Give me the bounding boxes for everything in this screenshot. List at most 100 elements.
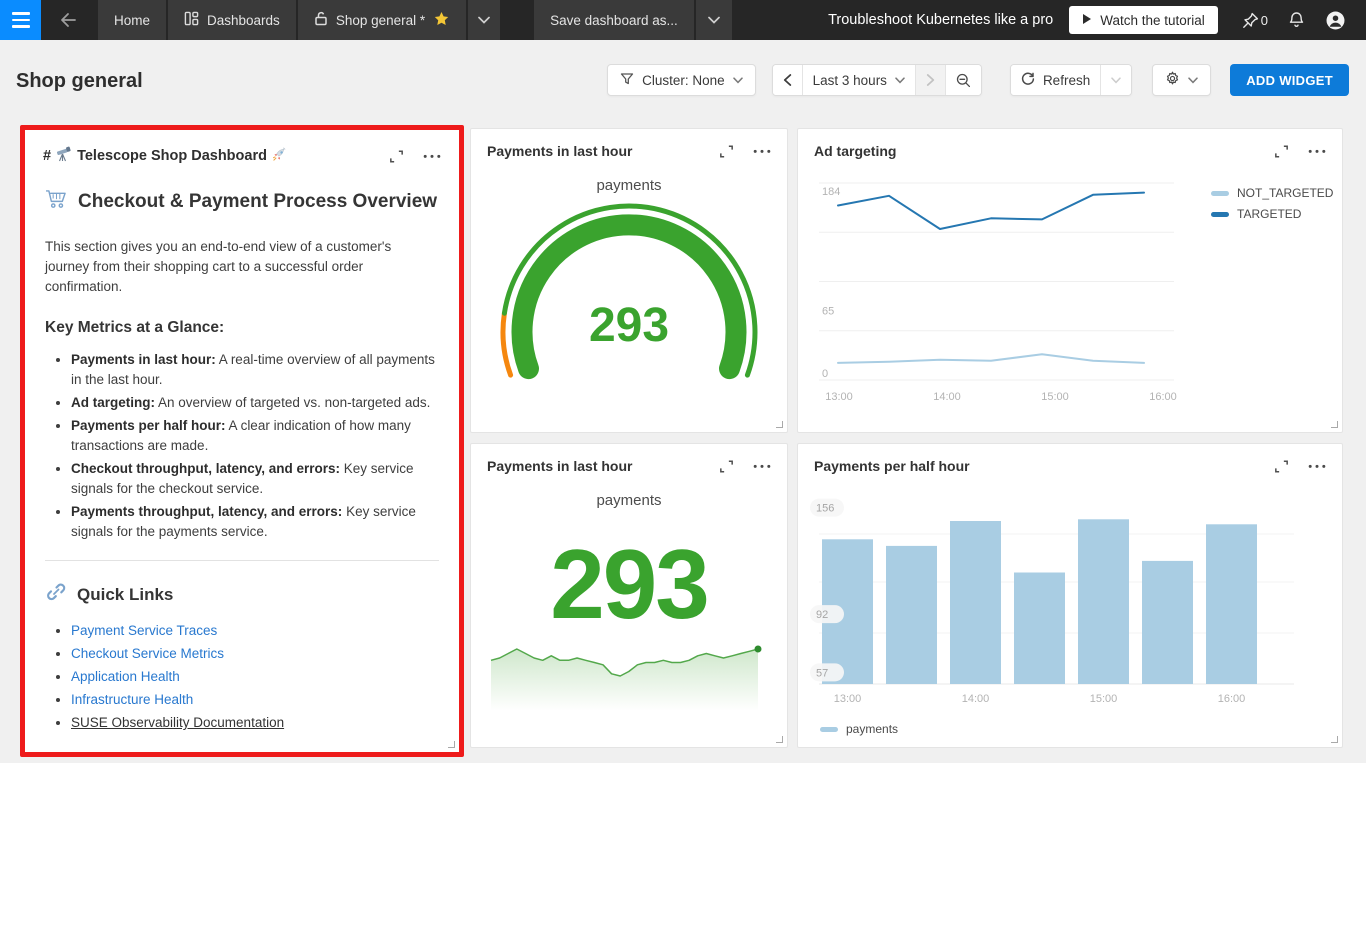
resize-handle[interactable] (776, 421, 783, 428)
svg-text:293: 293 (589, 299, 669, 352)
tab-home[interactable]: Home (98, 0, 166, 40)
list-item: Infrastructure Health (71, 690, 439, 710)
time-range-button[interactable]: Last 3 hours (802, 65, 915, 95)
menu-icon[interactable] (0, 0, 41, 40)
play-icon (1082, 13, 1092, 28)
pin-count: 0 (1261, 13, 1268, 28)
telescope-emoji-icon (56, 146, 72, 166)
dashboard-tabs: Home Dashboards Shop general * (98, 0, 500, 40)
star-icon[interactable] (433, 11, 450, 30)
user-avatar-icon[interactable] (1315, 0, 1356, 40)
filter-funnel-icon (620, 72, 634, 89)
widget-header: # Telescope Shop Dashboard (25, 130, 459, 166)
list-item: Payment Service Traces (71, 621, 439, 641)
expand-icon[interactable] (713, 454, 739, 478)
widget-header: Payments in last hour (471, 444, 787, 474)
svg-text:184: 184 (822, 186, 840, 198)
legend-swatch (820, 727, 838, 732)
link-payment-service-traces[interactable]: Payment Service Traces (71, 623, 217, 638)
time-range-group: Last 3 hours (772, 64, 982, 96)
widget-payments-gauge: Payments in last hour payments 293 (470, 128, 788, 433)
gauge-chart[interactable]: 293 (471, 194, 787, 409)
list-item: Checkout throughput, latency, and errors… (71, 459, 439, 499)
settings-gear-button[interactable] (1152, 64, 1211, 96)
back-arrow-icon[interactable] (49, 0, 87, 40)
markdown-widget-highlighted: # Telescope Shop Dashboard (20, 125, 464, 757)
svg-text:14:00: 14:00 (933, 391, 961, 403)
list-item: Ad targeting: An overview of targeted vs… (71, 393, 439, 413)
expand-icon[interactable] (713, 139, 739, 163)
svg-text:15:00: 15:00 (1041, 391, 1069, 403)
dashboards-icon (184, 11, 199, 29)
line-chart[interactable]: 18465013:0014:0015:0016:00 (798, 129, 1342, 409)
chevron-down-icon (733, 77, 743, 84)
lock-open-icon (314, 11, 328, 29)
link-emoji-icon (45, 581, 67, 608)
link-infrastructure-health[interactable]: Infrastructure Health (71, 692, 193, 707)
save-dashboard-chevron-down-icon[interactable] (696, 0, 732, 40)
link-application-health[interactable]: Application Health (71, 669, 180, 684)
zoom-out-icon[interactable] (945, 65, 981, 95)
widget-ad-targeting: Ad targeting 18465013:0014:0015:0016:00 … (797, 128, 1343, 433)
resize-handle[interactable] (1331, 421, 1338, 428)
topbar-actions: 0 (1232, 0, 1356, 40)
chart-legend: NOT_TARGETED TARGETED (1211, 186, 1333, 221)
svg-text:16:00: 16:00 (1149, 391, 1177, 403)
cart-emoji-icon (45, 189, 68, 215)
bar-chart[interactable]: 156925713:0014:0015:0016:00 (798, 444, 1342, 714)
refresh-chevron-down-icon[interactable] (1100, 65, 1131, 95)
refresh-icon (1021, 72, 1035, 89)
series-label: payments (471, 492, 787, 509)
legend-swatch (1211, 191, 1229, 196)
time-forward-chevron-right-icon[interactable] (915, 65, 945, 95)
save-dashboard-as-button[interactable]: Save dashboard as... (534, 0, 694, 40)
tab-shop-general[interactable]: Shop general * (298, 0, 466, 40)
toolbar: Cluster: None Last 3 hours (607, 64, 1349, 96)
time-back-chevron-left-icon[interactable] (773, 65, 802, 95)
rocket-emoji-icon (272, 147, 287, 166)
tabs-chevron-down-icon[interactable] (468, 0, 500, 40)
sparkline-chart[interactable] (471, 639, 787, 734)
tab-dashboards[interactable]: Dashboards (168, 0, 296, 40)
svg-text:92: 92 (816, 609, 828, 621)
chevron-down-icon (1188, 77, 1198, 84)
svg-text:65: 65 (822, 305, 834, 317)
svg-text:13:00: 13:00 (825, 391, 853, 403)
resize-handle[interactable] (776, 736, 783, 743)
svg-text:13:00: 13:00 (834, 693, 862, 705)
legend-item[interactable]: TARGETED (1211, 207, 1333, 221)
ellipsis-menu-icon[interactable] (419, 144, 445, 168)
promo-text: Troubleshoot Kubernetes like a pro (828, 12, 1053, 28)
expand-icon[interactable] (383, 144, 409, 168)
save-dashboard-group: Save dashboard as... (534, 0, 732, 40)
add-widget-button[interactable]: ADD WIDGET (1230, 64, 1349, 96)
list-item: Application Health (71, 667, 439, 687)
cluster-filter-button[interactable]: Cluster: None (607, 64, 756, 96)
quicklinks-list: Payment Service Traces Checkout Service … (45, 621, 439, 733)
list-item: Payments in last hour: A real-time overv… (71, 350, 439, 390)
ellipsis-menu-icon[interactable] (749, 454, 775, 478)
list-item: Payments per half hour: A clear indicati… (71, 416, 439, 456)
list-item: SUSE Observability Documentation (71, 713, 439, 733)
gear-icon (1165, 71, 1180, 89)
link-suse-observability-documentation[interactable]: SUSE Observability Documentation (71, 715, 284, 730)
ellipsis-menu-icon[interactable] (749, 139, 775, 163)
watch-tutorial-button[interactable]: Watch the tutorial (1069, 6, 1218, 34)
bell-icon[interactable] (1278, 0, 1315, 40)
page-header: Shop general Cluster: None Last 3 hours (0, 40, 1366, 120)
resize-handle[interactable] (448, 741, 455, 748)
chevron-down-icon (895, 77, 905, 84)
svg-text:15:00: 15:00 (1090, 693, 1118, 705)
series-label: payments (471, 177, 787, 194)
legend-swatch (1211, 212, 1229, 217)
markdown-heading: Checkout & Payment Process Overview (45, 189, 439, 215)
pin-icon[interactable]: 0 (1232, 0, 1278, 40)
legend-item[interactable]: payments (820, 722, 898, 736)
widget-payments-per-half-hour: Payments per half hour 156925713:0014:00… (797, 443, 1343, 748)
link-checkout-service-metrics[interactable]: Checkout Service Metrics (71, 646, 224, 661)
legend-item[interactable]: NOT_TARGETED (1211, 186, 1333, 200)
resize-handle[interactable] (1331, 736, 1338, 743)
refresh-button[interactable]: Refresh (1011, 65, 1100, 95)
svg-text:16:00: 16:00 (1218, 693, 1246, 705)
metric-value: 293 (471, 535, 787, 633)
